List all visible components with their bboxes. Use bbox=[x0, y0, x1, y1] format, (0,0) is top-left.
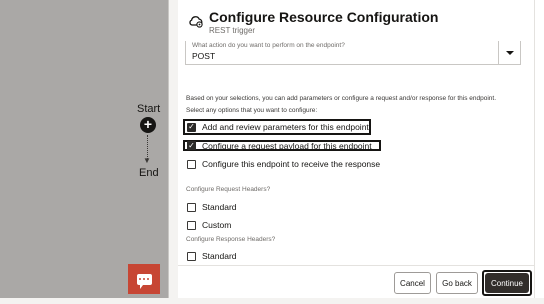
option-label: Configure a request payload for this end… bbox=[202, 140, 372, 151]
cloud-gear-icon bbox=[189, 16, 203, 28]
action-select-label: What action do you want to perform on th… bbox=[192, 42, 345, 49]
checkbox-icon[interactable] bbox=[187, 202, 196, 212]
action-select-value: POST bbox=[192, 51, 216, 61]
checkbox-checked-icon[interactable]: ✓ bbox=[187, 141, 196, 150]
action-select[interactable]: What action do you want to perform on th… bbox=[185, 41, 521, 65]
panel-subtitle: REST trigger bbox=[209, 26, 256, 35]
panel-header: Configure Resource Configuration REST tr… bbox=[178, 0, 534, 40]
bottom-strip bbox=[0, 298, 544, 304]
option-label: Custom bbox=[202, 220, 232, 230]
request-headers-heading: Configure Request Headers? bbox=[186, 186, 271, 193]
panel-divider bbox=[168, 0, 178, 298]
option-receive-response[interactable]: Configure this endpoint to receive the r… bbox=[183, 156, 380, 172]
panel-title: Configure Resource Configuration bbox=[209, 9, 439, 25]
checkbox-icon[interactable] bbox=[187, 159, 196, 169]
continue-button-frame[interactable]: Continue bbox=[482, 270, 532, 296]
option-request-payload[interactable]: ✓ Configure a request payload for this e… bbox=[183, 140, 381, 151]
option-add-parameters[interactable]: ✓ Add and review parameters for this end… bbox=[183, 119, 371, 135]
end-label: End bbox=[139, 167, 159, 179]
request-headers-custom[interactable]: Custom bbox=[183, 217, 231, 233]
request-headers-standard[interactable]: Standard bbox=[183, 199, 237, 215]
response-headers-heading: Configure Response Headers? bbox=[186, 236, 276, 243]
arrow-down-icon: ▼ bbox=[143, 156, 151, 165]
chat-bubble-icon bbox=[136, 273, 152, 289]
option-label: Standard bbox=[202, 202, 237, 212]
option-label: Add and review parameters for this endpo… bbox=[202, 122, 369, 132]
cancel-button[interactable]: Cancel bbox=[394, 272, 431, 294]
chevron-down-icon bbox=[505, 50, 514, 55]
checkbox-checked-icon[interactable]: ✓ bbox=[187, 122, 196, 132]
panel-footer: Cancel Go back Continue bbox=[178, 265, 534, 298]
response-headers-standard[interactable]: Standard bbox=[183, 248, 237, 264]
start-label: Start bbox=[137, 103, 161, 115]
go-back-button[interactable]: Go back bbox=[436, 272, 478, 294]
option-label: Standard bbox=[202, 251, 237, 261]
info-text: Based on your selections, you can add pa… bbox=[186, 95, 497, 102]
scrollbar[interactable] bbox=[534, 0, 544, 298]
configure-resource-panel: Configure Resource Configuration REST tr… bbox=[178, 0, 534, 298]
integration-canvas[interactable]: Start + ▼ End bbox=[0, 0, 168, 298]
checkbox-icon[interactable] bbox=[187, 251, 196, 261]
continue-button[interactable]: Continue bbox=[485, 273, 529, 293]
chat-button[interactable] bbox=[128, 264, 160, 294]
option-label: Configure this endpoint to receive the r… bbox=[202, 159, 381, 169]
options-prompt: Select any options that you want to conf… bbox=[186, 107, 318, 114]
checkbox-icon[interactable] bbox=[187, 220, 196, 230]
add-step-icon[interactable]: + bbox=[140, 117, 156, 133]
dropdown-toggle[interactable] bbox=[498, 41, 520, 64]
